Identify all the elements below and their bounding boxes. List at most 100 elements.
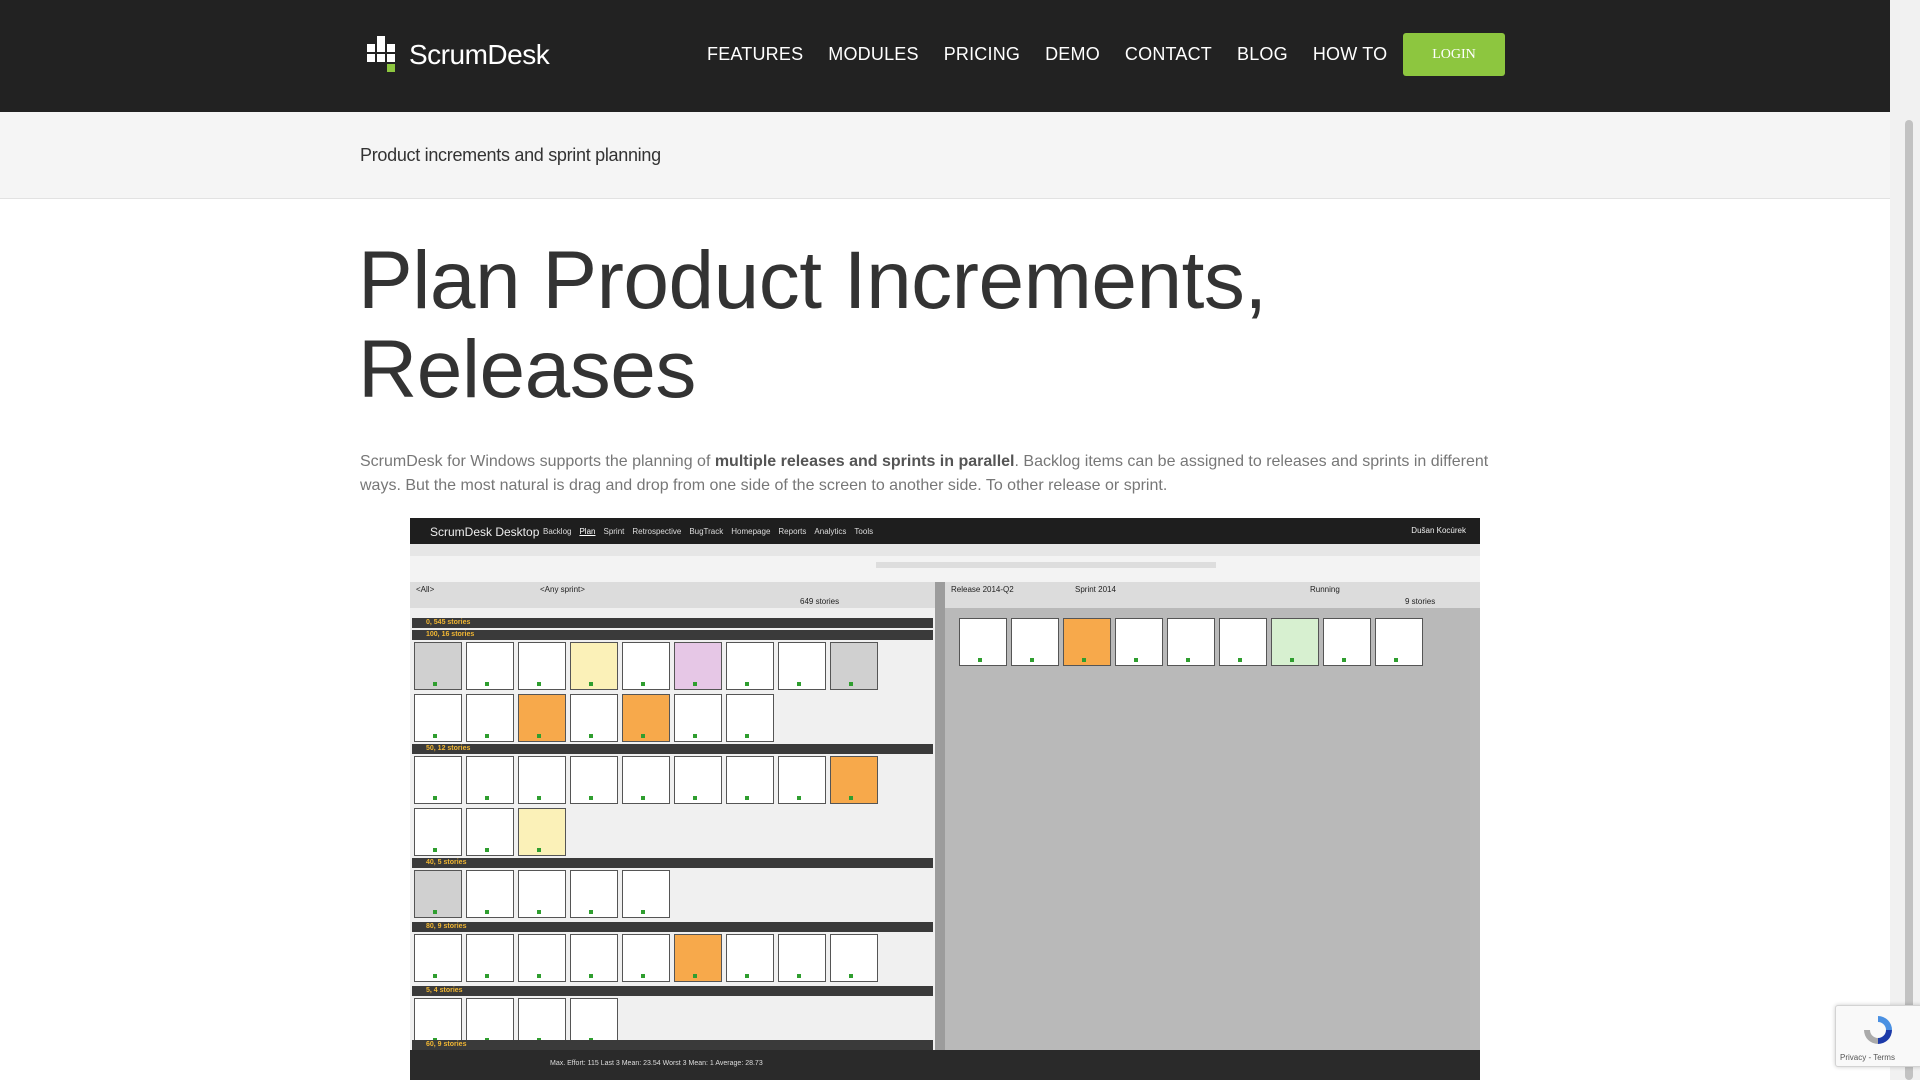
story-card: [570, 870, 618, 918]
story-group-header: 50, 12 stories: [412, 744, 933, 754]
story-card: [778, 642, 826, 690]
story-card: [466, 642, 514, 690]
story-group-header: 60, 9 stories: [412, 1040, 933, 1050]
app-menu-item: Tools: [854, 527, 874, 536]
story-card: [778, 756, 826, 804]
story-card: [570, 998, 618, 1046]
story-card: [518, 642, 566, 690]
story-card: [726, 934, 774, 982]
story-card: [518, 694, 566, 742]
page-subheader: Product increments and sprint planning: [0, 112, 1890, 199]
pane-divider: [935, 582, 945, 1050]
story-card: [674, 756, 722, 804]
story-card: [414, 642, 462, 690]
story-card: [622, 642, 670, 690]
story-card: [518, 934, 566, 982]
page-title-line2: Releases: [358, 324, 696, 415]
nav-features[interactable]: FEATURES: [707, 43, 803, 65]
backlog-pane: 0, 545 stories 100, 16 stories 50, 12 st…: [410, 608, 935, 1050]
recaptcha-text[interactable]: Privacy - Terms: [1840, 1053, 1895, 1062]
story-group-header: 5, 4 stories: [412, 986, 933, 996]
story-card: [414, 870, 462, 918]
story-card: [622, 934, 670, 982]
page-title: Plan Product Increments, Releases: [358, 236, 1558, 414]
story-card: [830, 642, 878, 690]
story-group-header: 80, 9 stories: [412, 922, 933, 932]
main-nav: FEATURES MODULES PRICING DEMO CONTACT BL…: [707, 43, 1412, 65]
story-card: [414, 934, 462, 982]
right-status: Running: [1310, 585, 1340, 594]
app-status-text: Max. Effort: 115 Last 3 Mean: 23.54 Wors…: [550, 1060, 763, 1067]
left-filter-bar: <All> <Any sprint> 649 stories: [410, 582, 935, 608]
story-card: [518, 870, 566, 918]
app-titlebar: ScrumDesk Desktop Backlog Plan Sprint Re…: [410, 518, 1480, 544]
story-card: [959, 618, 1007, 666]
logo-text: ScrumDesk: [409, 39, 550, 70]
story-card: [674, 694, 722, 742]
story-card: [466, 756, 514, 804]
app-statusbar: Max. Effort: 115 Last 3 Mean: 23.54 Wors…: [410, 1050, 1480, 1080]
intro-text-bold: multiple releases and sprints in paralle…: [714, 453, 1015, 470]
page-scrollbar[interactable]: [1890, 0, 1920, 1080]
app-menu-item: Backlog: [543, 527, 572, 536]
nav-modules[interactable]: MODULES: [828, 43, 918, 65]
left-filter-sprint: <Any sprint>: [540, 585, 585, 594]
story-card: [1271, 618, 1319, 666]
story-card: [466, 998, 514, 1046]
nav-blog[interactable]: BLOG: [1237, 43, 1288, 65]
story-card: [518, 808, 566, 856]
right-sprint: Sprint 2014: [1075, 585, 1116, 594]
story-group-header: 0, 545 stories: [412, 618, 933, 628]
story-card: [570, 694, 618, 742]
nav-demo[interactable]: DEMO: [1045, 43, 1100, 65]
right-filter-bar: Release 2014-Q2 Sprint 2014 Running 9 st…: [945, 582, 1480, 608]
story-card: [1011, 618, 1059, 666]
top-navbar: ScrumDesk FEATURES MODULES PRICING DEMO …: [0, 0, 1890, 112]
nav-contact[interactable]: CONTACT: [1125, 43, 1212, 65]
scrollbar-thumb[interactable]: [1905, 120, 1913, 1080]
story-card: [622, 870, 670, 918]
app-menu-item: Retrospective: [632, 527, 682, 536]
story-card: [674, 642, 722, 690]
scrumdesk-logo-icon: [367, 36, 403, 74]
recaptcha-badge[interactable]: Privacy - Terms: [1835, 1005, 1920, 1067]
app-name: ScrumDesk Desktop: [430, 525, 540, 539]
story-group-header: 100, 16 stories: [412, 630, 933, 640]
story-card: [830, 756, 878, 804]
app-menu-item: Analytics: [814, 527, 847, 536]
app-menu-item: Plan: [579, 527, 596, 536]
right-story-count: 9 stories: [1405, 597, 1436, 606]
story-card: [726, 642, 774, 690]
story-card: [466, 694, 514, 742]
story-card: [1063, 618, 1111, 666]
timeline-bar: [876, 562, 1216, 568]
app-menu-item: Homepage: [731, 527, 771, 536]
app-screenshot: ScrumDesk Desktop Backlog Plan Sprint Re…: [410, 518, 1480, 1080]
app-menu: Backlog Plan Sprint Retrospective BugTra…: [543, 527, 873, 536]
right-release: Release 2014-Q2: [951, 585, 1014, 594]
nav-how-to[interactable]: HOW TO: [1313, 43, 1388, 65]
breadcrumb: Product increments and sprint planning: [360, 145, 661, 165]
story-card: [466, 934, 514, 982]
story-card: [466, 808, 514, 856]
login-button[interactable]: LOGIN: [1403, 33, 1505, 76]
story-group-header: 40, 5 stories: [412, 858, 933, 868]
sprint-pane: [945, 608, 1480, 1050]
logo[interactable]: ScrumDesk: [367, 36, 550, 74]
app-menu-item: Sprint: [603, 527, 625, 536]
story-card: [1323, 618, 1371, 666]
story-card: [570, 934, 618, 982]
story-card: [414, 808, 462, 856]
story-card: [726, 694, 774, 742]
story-card: [830, 934, 878, 982]
story-card: [518, 756, 566, 804]
story-card: [778, 934, 826, 982]
story-card: [570, 642, 618, 690]
intro-paragraph: ScrumDesk for Windows supports the plann…: [360, 450, 1500, 498]
story-card: [414, 694, 462, 742]
story-card: [726, 756, 774, 804]
nav-pricing[interactable]: PRICING: [944, 43, 1020, 65]
recaptcha-icon: [1864, 1016, 1892, 1044]
story-card: [1375, 618, 1423, 666]
story-card: [518, 998, 566, 1046]
